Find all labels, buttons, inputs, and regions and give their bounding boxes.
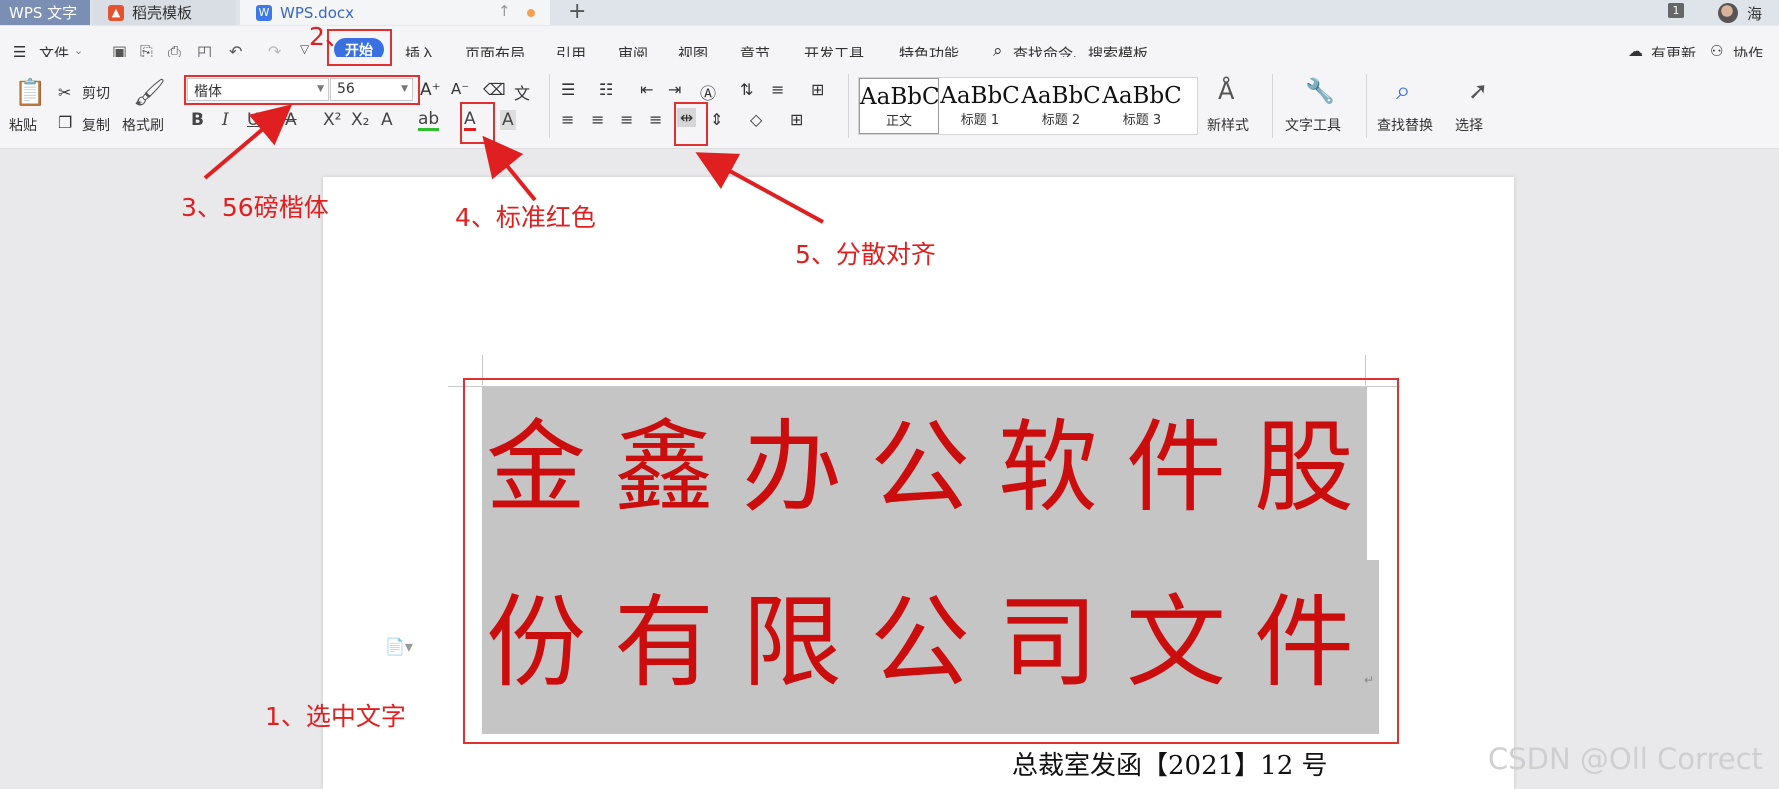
watermark: CSDN @Oll Correct xyxy=(1488,742,1763,776)
arrow-font xyxy=(203,104,293,180)
annotation-step-4: 4、标准红色 xyxy=(455,203,596,232)
annotation-step-5: 5、分散对齐 xyxy=(795,240,936,269)
annotation-step-2: 2、 xyxy=(309,22,350,51)
annotation-step-3: 3、56磅楷体 xyxy=(181,193,329,222)
arrow-align xyxy=(695,152,824,224)
annotation-step-1: 1、选中文字 xyxy=(265,702,406,731)
annotation-arrows xyxy=(203,104,824,224)
arrow-color xyxy=(482,135,537,202)
